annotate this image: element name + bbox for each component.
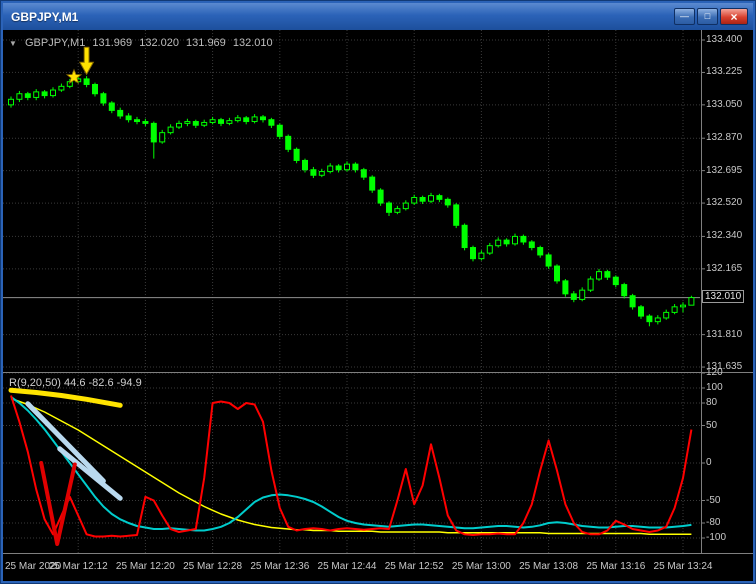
indicator-tick-label: 0: [706, 457, 712, 468]
indicator-tick-label: 120: [706, 367, 723, 378]
indicator-tick-label: -50: [706, 494, 721, 506]
indicator-tick-label: -80: [706, 517, 721, 528]
price-tick-label: 133.225: [706, 66, 743, 78]
ohlc-symbol: GBPJPY,M1: [24, 37, 86, 49]
indicator-tick-label: 100: [706, 382, 723, 393]
time-tick-label: 25 Mar 13:08: [519, 561, 579, 572]
time-tick-label: 25 Mar 13:24: [653, 561, 713, 572]
window-title: GBPJPY,M1: [11, 9, 79, 24]
time-tick-label: 25 Mar 13:00: [451, 561, 511, 572]
price-tick-label: 132.520: [706, 197, 743, 209]
price-tick-label: 132.695: [706, 164, 743, 176]
price-tick-label: 133.050: [706, 98, 743, 110]
time-tick-label: 25 Mar 12:44: [317, 561, 377, 572]
chart-area[interactable]: ▼ GBPJPY,M1 131.969 132.020 131.969 132.…: [3, 30, 753, 581]
indicator-line-medium: [10, 396, 692, 532]
minimize-button[interactable]: —: [674, 8, 695, 25]
price-tick-label: 131.810: [706, 328, 743, 340]
object-red_zigzag: [39, 461, 77, 546]
close-button[interactable]: ×: [720, 8, 748, 25]
price-tick-label: 132.870: [706, 132, 743, 144]
time-tick-label: 25 Mar 12:12: [48, 561, 108, 572]
title-bar[interactable]: GBPJPY,M1 — □ ×: [3, 3, 753, 30]
symbol-dropdown-icon[interactable]: ▼: [9, 39, 17, 48]
time-tick-label: 25 Mar 12:20: [115, 561, 175, 572]
chart-canvas[interactable]: [3, 30, 753, 581]
indicator-label: R(9,20,50) 44.6 -82.6 -94.9: [9, 377, 142, 389]
restore-button[interactable]: □: [697, 8, 718, 25]
window-controls: — □ ×: [674, 8, 753, 25]
time-tick-label: 25 Mar 13:16: [586, 561, 646, 572]
indicator-tick-label: 50: [706, 419, 718, 431]
ohlc-close: 132.010: [232, 37, 273, 49]
time-tick-label: 25 Mar 12:52: [384, 561, 444, 572]
chart-window: GBPJPY,M1 — □ × ▼ GBPJPY,M1 131.969 132.…: [0, 0, 756, 584]
ohlc-open: 131.969: [92, 37, 133, 49]
indicator-tick-label: 80: [706, 397, 718, 408]
time-tick-label: 25 Mar 12:28: [183, 561, 243, 572]
price-tick-label: 132.165: [706, 262, 743, 274]
sell-arrow-icon: [78, 46, 95, 76]
price-tick-label: 132.340: [706, 230, 743, 242]
object-blue_trend_1: [25, 401, 106, 484]
ohlc-high: 132.020: [139, 37, 179, 49]
current-price-label: 132.010: [702, 289, 745, 303]
indicator-tick-label: -100: [706, 532, 727, 543]
price-tick-label: 133.400: [706, 34, 743, 45]
ohlc-info[interactable]: ▼ GBPJPY,M1 131.969 132.020 131.969 132.…: [9, 37, 277, 49]
ohlc-low: 131.969: [186, 37, 226, 49]
time-tick-label: 25 Mar 12:36: [250, 561, 310, 572]
